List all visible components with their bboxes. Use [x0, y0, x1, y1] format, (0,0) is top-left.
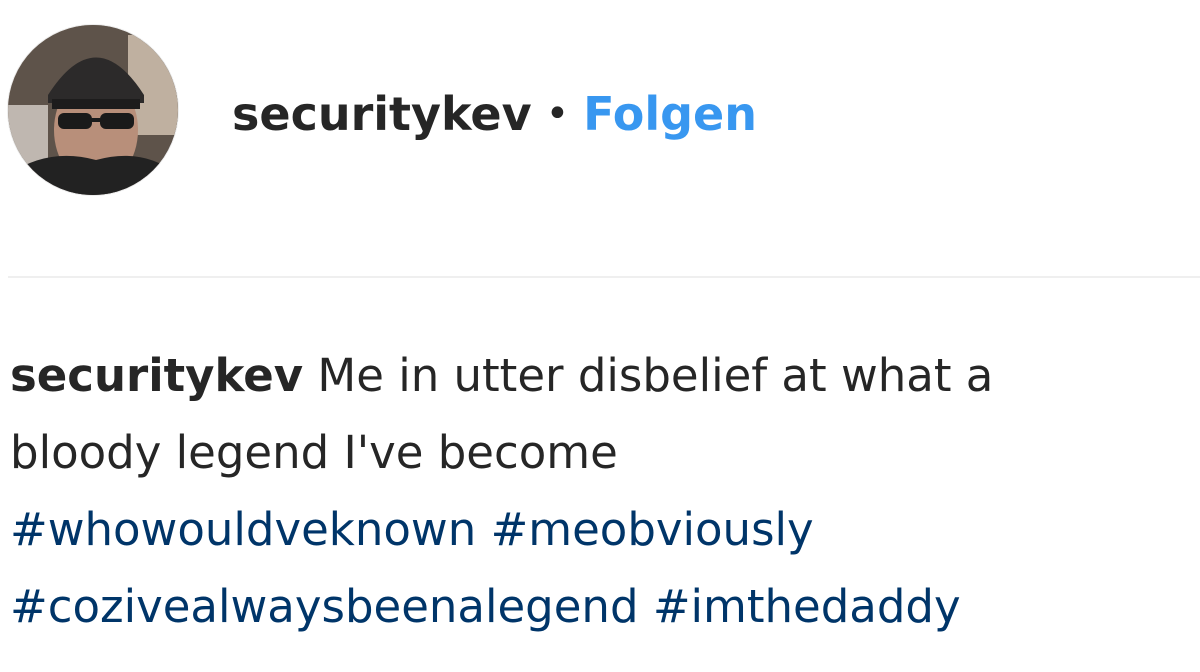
follow-button[interactable]: Folgen — [583, 84, 757, 144]
caption-text-line1: Me in utter disbelief at what a — [317, 349, 994, 402]
divider — [8, 276, 1200, 278]
caption-username-link[interactable]: securitykev — [10, 349, 303, 402]
separator-dot: • — [545, 91, 570, 137]
username-link[interactable]: securitykev — [232, 84, 532, 144]
post-header-line: securitykev • Folgen — [232, 84, 757, 144]
post-caption: securitykev Me in utter disbelief at wha… — [10, 337, 1190, 645]
hashtag-link[interactable]: #meobviously — [491, 503, 814, 556]
hashtag-link[interactable]: #imthedaddy — [653, 580, 961, 633]
avatar[interactable] — [8, 25, 178, 195]
hashtag-link[interactable]: #cozivealwaysbeenalegend — [10, 580, 639, 633]
profile-photo-icon — [8, 25, 178, 195]
hashtag-link[interactable]: #whowouldveknown — [10, 503, 476, 556]
caption-text-line2: bloody legend I've become — [10, 426, 618, 479]
post-header: securitykev • Folgen — [0, 0, 1200, 276]
